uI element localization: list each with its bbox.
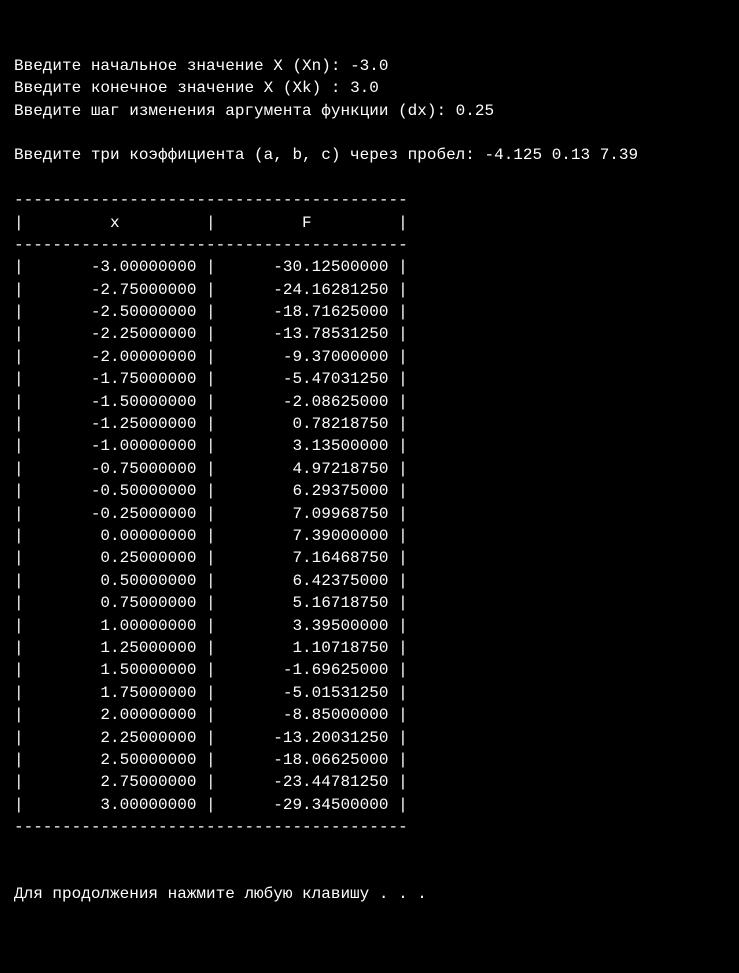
blank-line	[14, 122, 725, 144]
prompt-dx-value: 0.25	[456, 102, 494, 120]
table-row: | 1.50000000 | -1.69625000 |	[14, 659, 725, 681]
prompt-dx-label: Введите шаг изменения аргумента функции …	[14, 102, 456, 120]
table-row: | 1.25000000 | 1.10718750 |	[14, 637, 725, 659]
table-row: | -2.50000000 | -18.71625000 |	[14, 301, 725, 323]
prompt-dx: Введите шаг изменения аргумента функции …	[14, 100, 725, 122]
prompt-xk-label: Введите конечное значение X (Xk) :	[14, 79, 350, 97]
table-row: | 3.00000000 | -29.34500000 |	[14, 794, 725, 816]
table-row: | 0.50000000 | 6.42375000 |	[14, 570, 725, 592]
prompt-coef-value: -4.125 0.13 7.39	[484, 146, 638, 164]
table-row: | 1.00000000 | 3.39500000 |	[14, 615, 725, 637]
table-row: | -0.50000000 | 6.29375000 |	[14, 480, 725, 502]
table-row: | -2.75000000 | -24.16281250 |	[14, 279, 725, 301]
table-body: | -3.00000000 | -30.12500000 || -2.75000…	[14, 256, 725, 816]
blank-line	[14, 167, 725, 189]
table-row: | -2.25000000 | -13.78531250 |	[14, 323, 725, 345]
console-output: Введите начальное значение X (Xn): -3.0В…	[14, 55, 725, 906]
table-row: | -1.75000000 | -5.47031250 |	[14, 368, 725, 390]
table-row: | -0.75000000 | 4.97218750 |	[14, 458, 725, 480]
table-row: | 0.25000000 | 7.16468750 |	[14, 547, 725, 569]
table-row: | 2.50000000 | -18.06625000 |	[14, 749, 725, 771]
table-divider-top: ----------------------------------------…	[14, 189, 725, 211]
prompt-xn-label: Введите начальное значение X (Xn):	[14, 57, 350, 75]
table-row: | 2.00000000 | -8.85000000 |	[14, 704, 725, 726]
prompt-xn-value: -3.0	[350, 57, 388, 75]
prompt-xn: Введите начальное значение X (Xn): -3.0	[14, 55, 725, 77]
blank-line	[14, 838, 725, 860]
table-row: | -1.25000000 | 0.78218750 |	[14, 413, 725, 435]
prompt-coef: Введите три коэффициента (a, b, c) через…	[14, 144, 725, 166]
table-header: | x | F |	[14, 212, 725, 234]
table-row: | 2.25000000 | -13.20031250 |	[14, 727, 725, 749]
prompt-xk: Введите конечное значение X (Xk) : 3.0	[14, 77, 725, 99]
table-row: | 2.75000000 | -23.44781250 |	[14, 771, 725, 793]
table-row: | 0.75000000 | 5.16718750 |	[14, 592, 725, 614]
table-row: | -1.00000000 | 3.13500000 |	[14, 435, 725, 457]
table-row: | -0.25000000 | 7.09968750 |	[14, 503, 725, 525]
table-divider-bottom: ----------------------------------------…	[14, 816, 725, 838]
blank-line	[14, 861, 725, 883]
table-row: | 1.75000000 | -5.01531250 |	[14, 682, 725, 704]
prompt-xk-value: 3.0	[350, 79, 379, 97]
table-row: | -2.00000000 | -9.37000000 |	[14, 346, 725, 368]
table-row: | 0.00000000 | 7.39000000 |	[14, 525, 725, 547]
table-divider-mid: ----------------------------------------…	[14, 234, 725, 256]
table-row: | -3.00000000 | -30.12500000 |	[14, 256, 725, 278]
prompt-coef-label: Введите три коэффициента (a, b, c) через…	[14, 146, 484, 164]
continue-prompt[interactable]: Для продолжения нажмите любую клавишу . …	[14, 883, 725, 905]
table-row: | -1.50000000 | -2.08625000 |	[14, 391, 725, 413]
